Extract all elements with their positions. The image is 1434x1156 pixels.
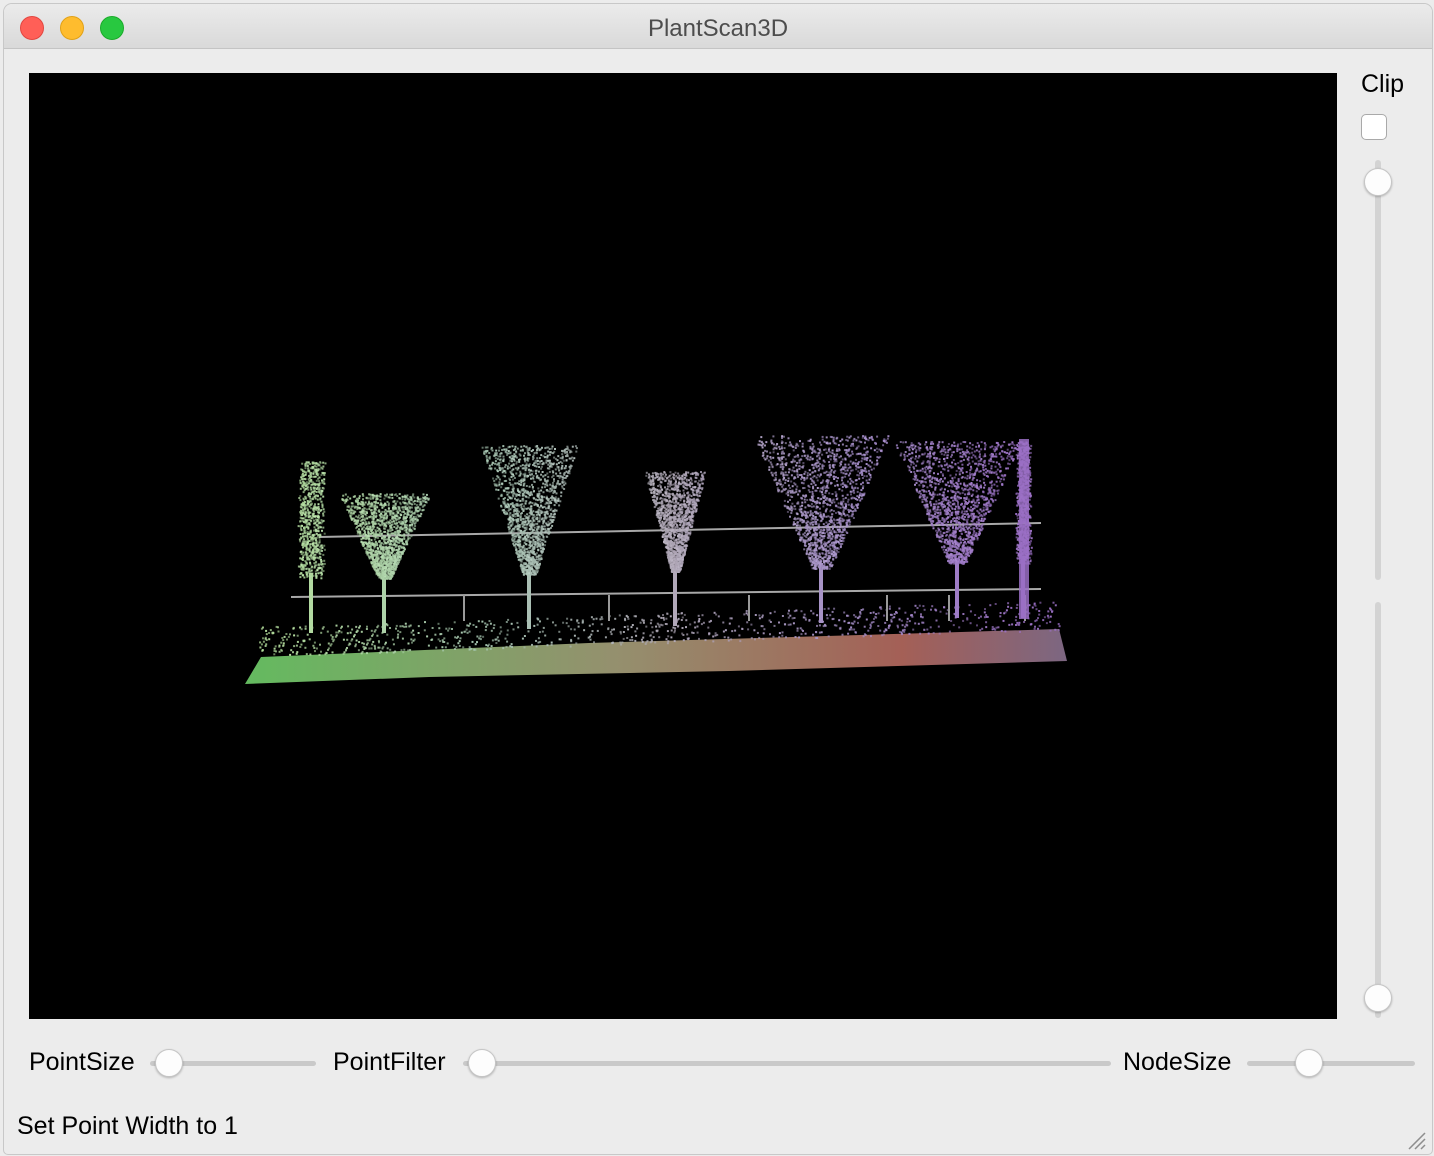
clip-checkbox[interactable] — [1361, 114, 1387, 140]
main-window: PlantScan3D Clip PointSize PointFilter N… — [4, 4, 1432, 1154]
node-size-label: NodeSize — [1123, 1048, 1232, 1076]
window-title: PlantScan3D — [647, 15, 789, 42]
status-bar-text: Set Point Width to 1 — [17, 1112, 238, 1140]
node-size-slider-knob[interactable] — [1295, 1049, 1323, 1077]
point-filter-slider-track[interactable] — [463, 1061, 1111, 1066]
point-size-label: PointSize — [29, 1048, 135, 1076]
point-cloud-viewport[interactable] — [29, 73, 1337, 1019]
clip-upper-slider-track[interactable] — [1375, 160, 1381, 580]
resize-grip-icon[interactable] — [1404, 1128, 1426, 1150]
point-size-slider-knob[interactable] — [155, 1049, 183, 1077]
point-cloud-render — [245, 435, 1067, 684]
clip-lower-slider-track[interactable] — [1375, 602, 1381, 1018]
title-bar[interactable]: PlantScan3D — [4, 4, 1432, 49]
clip-upper-slider-knob[interactable] — [1364, 168, 1392, 196]
node-size-slider-track[interactable] — [1247, 1061, 1415, 1066]
clip-lower-slider-knob[interactable] — [1364, 984, 1392, 1012]
clip-label: Clip — [1361, 70, 1405, 98]
point-filter-label: PointFilter — [333, 1048, 446, 1076]
point-filter-slider-knob[interactable] — [468, 1049, 496, 1077]
